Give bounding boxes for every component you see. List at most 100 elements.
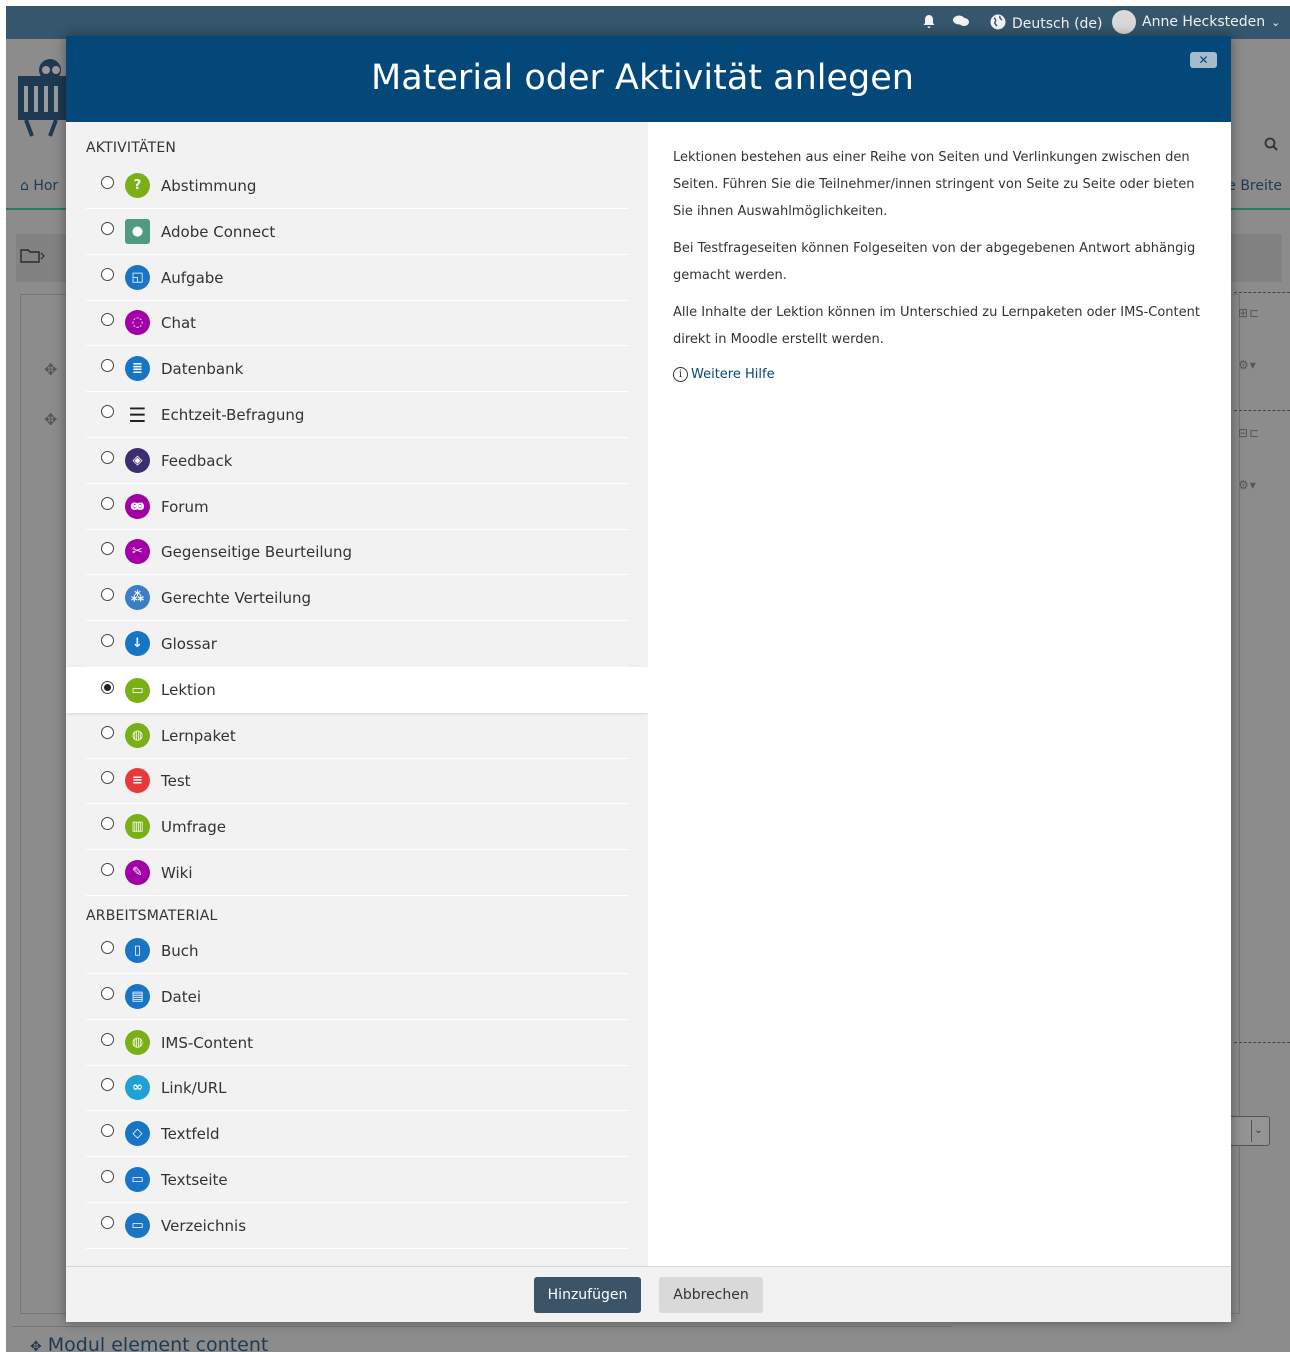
option-radio[interactable]	[101, 1170, 114, 1183]
cancel-button[interactable]: Abbrechen	[659, 1277, 763, 1313]
add-button[interactable]: Hinzufügen	[534, 1277, 641, 1313]
option-radio[interactable]	[101, 588, 114, 601]
bell-icon[interactable]	[922, 14, 936, 29]
home-link[interactable]: ⌂ Hor	[20, 178, 58, 194]
option-label: Adobe Connect	[161, 222, 276, 241]
option-radio[interactable]	[101, 405, 114, 418]
chevron-down-icon: ⌄	[1251, 1120, 1265, 1142]
option-label: Verzeichnis	[161, 1216, 247, 1235]
more-help-label: Weitere Hilfe	[691, 367, 775, 382]
option-label: Chat	[161, 313, 197, 332]
option-person[interactable]: ● Adobe Connect	[86, 209, 628, 255]
move-icon[interactable]: ✥	[44, 360, 57, 379]
option-link[interactable]: ∞ Link/URL	[86, 1065, 628, 1111]
feedback-icon: ◈	[125, 448, 150, 473]
lesson-icon: ▭	[125, 677, 150, 703]
option-label: Test	[161, 771, 191, 790]
option-radio[interactable]	[101, 176, 114, 189]
file-icon: ▤	[125, 984, 150, 1009]
more-help-link[interactable]: i Weitere Hilfe	[673, 367, 1207, 382]
option-radio[interactable]	[101, 726, 114, 739]
close-icon: ✕	[1198, 53, 1209, 67]
option-assignment[interactable]: ◱ Aufgabe	[86, 255, 628, 301]
collapse-icon[interactable]: ⊟⊏	[1238, 426, 1260, 440]
option-radio[interactable]	[101, 941, 114, 954]
option-chat[interactable]: ◌ Chat	[86, 300, 628, 346]
option-lesson[interactable]: ▭ Lektion	[66, 667, 648, 713]
option-label: Forum	[161, 497, 209, 516]
option-question[interactable]: ? Abstimmung	[86, 163, 628, 209]
option-radio[interactable]	[101, 1033, 114, 1046]
option-ims[interactable]: ◍ IMS-Content	[86, 1020, 628, 1066]
option-radio[interactable]	[101, 222, 114, 235]
select-dropdown[interactable]: ⌄	[1228, 1116, 1270, 1146]
gear-icon[interactable]: ⚙▾	[1238, 358, 1257, 372]
option-label: Gegenseitige Beurteilung	[161, 542, 353, 561]
tools-icon: ✂	[125, 539, 150, 564]
option-radio[interactable]	[101, 268, 114, 281]
gear-icon[interactable]: ⚙▾	[1238, 478, 1257, 492]
option-radio[interactable]	[101, 313, 114, 326]
page-icon: ▭	[125, 1167, 150, 1192]
wiki-icon: ✎	[125, 860, 150, 885]
module-title[interactable]: ✥ Modul element content	[30, 1334, 268, 1352]
option-quiz[interactable]: ≡ Test	[86, 758, 628, 804]
globe-icon	[990, 14, 1006, 34]
description-paragraph: Alle Inhalte der Lektion können im Unter…	[673, 305, 1200, 347]
question-icon: ?	[125, 173, 150, 198]
option-radio[interactable]	[101, 680, 114, 694]
option-survey[interactable]: ▥ Umfrage	[86, 804, 628, 850]
avatar	[1112, 10, 1136, 34]
book-icon: ▯	[125, 938, 150, 963]
option-database[interactable]: ≣ Datenbank	[86, 346, 628, 392]
option-radio[interactable]	[101, 1078, 114, 1091]
option-feedback[interactable]: ◈ Feedback	[86, 438, 628, 484]
option-list[interactable]: ☰ Echtzeit-Befragung	[86, 392, 628, 438]
option-radio[interactable]	[101, 817, 114, 830]
ims-icon: ◍	[125, 1030, 150, 1055]
move-icon[interactable]: ✥	[44, 410, 57, 429]
person-icon: ●	[125, 219, 150, 244]
search-icon[interactable]	[1264, 136, 1278, 155]
assignment-icon: ◱	[125, 265, 150, 290]
option-radio[interactable]	[101, 451, 114, 464]
option-package[interactable]: ◍ Lernpaket	[86, 713, 628, 759]
full-width-link[interactable]: e Breite	[1227, 178, 1282, 194]
option-distribution[interactable]: ⁂ Gerechte Verteilung	[86, 575, 628, 621]
home-label: Hor	[33, 178, 59, 194]
option-radio[interactable]	[101, 863, 114, 876]
distribution-icon: ⁂	[125, 585, 150, 610]
folder-icon[interactable]	[20, 248, 46, 268]
option-radio[interactable]	[101, 1216, 114, 1229]
option-radio[interactable]	[101, 771, 114, 784]
option-label: Umfrage	[161, 817, 226, 836]
options-list: AKTIVITÄTEN ARBEITSMATERIAL ? Abstimmung ●…	[66, 122, 648, 1266]
language-menu[interactable]: Deutsch (de)	[990, 14, 1103, 34]
option-label: Lektion	[161, 681, 216, 699]
option-label: Glossar	[161, 634, 217, 653]
option-radio[interactable]	[101, 1124, 114, 1137]
close-button[interactable]: ✕	[1190, 52, 1217, 68]
option-label: Aufgabe	[161, 268, 224, 287]
description-paragraph: Lektionen bestehen aus einer Reihe von S…	[673, 150, 1195, 219]
option-folder[interactable]: ▭ Verzeichnis	[86, 1203, 628, 1249]
expand-icon[interactable]: ⊞⊏	[1238, 306, 1260, 320]
option-wiki[interactable]: ✎ Wiki	[86, 850, 628, 896]
option-radio[interactable]	[101, 987, 114, 1000]
option-glossary[interactable]: ↓ Glossar	[86, 621, 628, 667]
messages-icon[interactable]	[952, 14, 970, 28]
option-forum[interactable]: ꙭ Forum	[86, 484, 628, 530]
option-radio[interactable]	[101, 497, 114, 510]
option-radio[interactable]	[101, 359, 114, 372]
option-file[interactable]: ▤ Datei	[86, 974, 628, 1020]
option-tools[interactable]: ✂ Gegenseitige Beurteilung	[86, 529, 628, 575]
option-radio[interactable]	[101, 634, 114, 647]
user-menu[interactable]: Anne Hecksteden ⌄	[1112, 10, 1280, 34]
option-page[interactable]: ▭ Textseite	[86, 1157, 628, 1203]
option-label: Echtzeit-Befragung	[161, 405, 305, 424]
option-book[interactable]: ▯ Buch	[86, 928, 628, 974]
option-radio[interactable]	[101, 542, 114, 555]
list-icon: ☰	[128, 402, 147, 427]
move-icon[interactable]: ✥	[30, 1339, 42, 1352]
option-label[interactable]: ◇ Textfeld	[86, 1111, 628, 1157]
